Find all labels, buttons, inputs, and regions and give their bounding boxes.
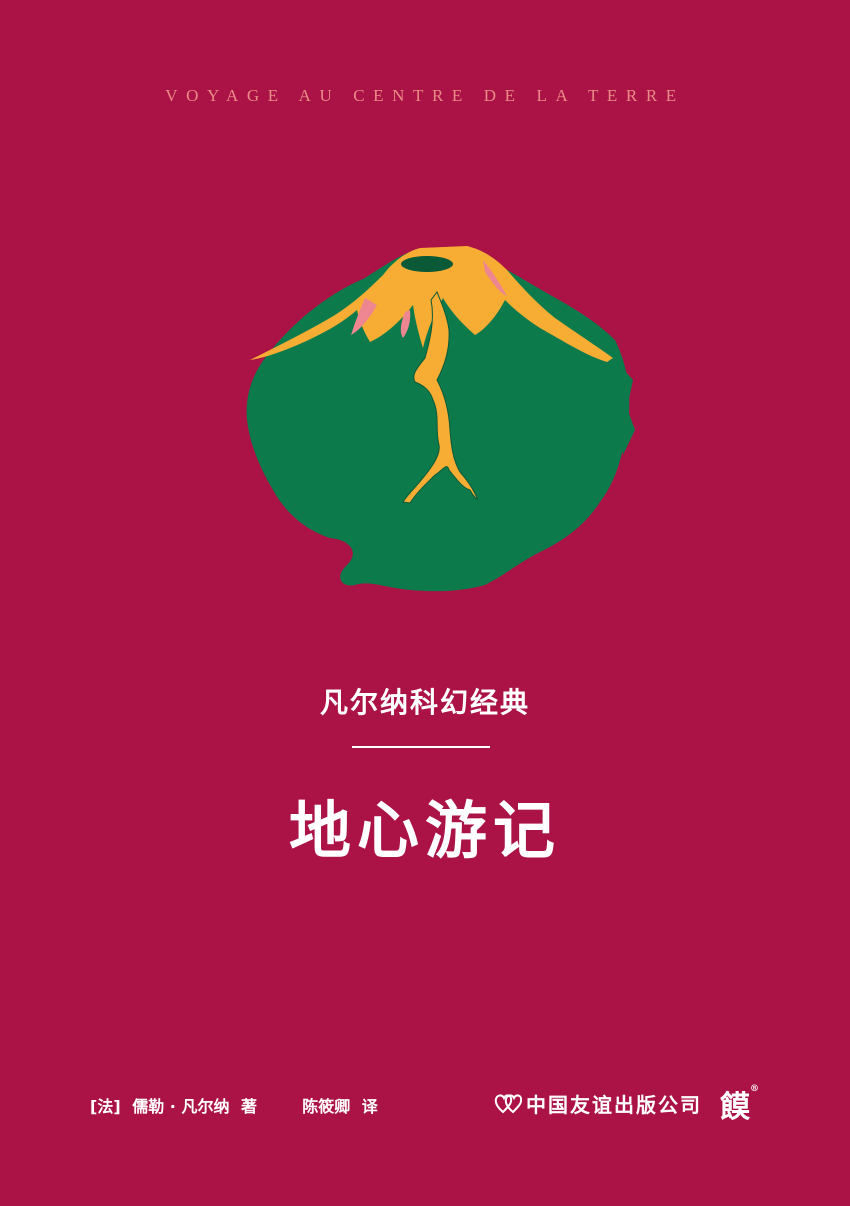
volcano-crater [401, 256, 453, 272]
publisher-name: 中国友谊出版公司 [526, 1093, 702, 1117]
author-role: 著 [241, 1097, 258, 1116]
volcano-illustration [246, 246, 635, 592]
double-heart-logo-icon [494, 1094, 522, 1113]
registered-mark: ® [750, 1084, 759, 1094]
author-origin: [法] [90, 1097, 121, 1116]
series-title-en: VOYAGE AU CENTRE DE LA TERRE [165, 86, 685, 105]
imprint-mark: 饃 [720, 1090, 750, 1125]
translator-role: 译 [361, 1097, 378, 1116]
author-name: 儒勒 · 凡尔纳 [132, 1097, 230, 1116]
imprint-logo: 饃® [720, 1082, 759, 1126]
title-divider [352, 746, 490, 748]
series-name-cn: 凡尔纳科幻经典 [319, 686, 530, 719]
translator-name: 陈筱卿 [302, 1097, 351, 1116]
credits: [法] 儒勒 · 凡尔纳 著 陈筱卿 译 [90, 1093, 384, 1117]
book-title: 地心游记 [288, 794, 561, 867]
book-cover: VOYAGE AU CENTRE DE LA TERRE 凡尔纳科幻经典 地心游… [0, 0, 850, 1206]
publisher: 中国友谊出版公司 [494, 1089, 702, 1118]
